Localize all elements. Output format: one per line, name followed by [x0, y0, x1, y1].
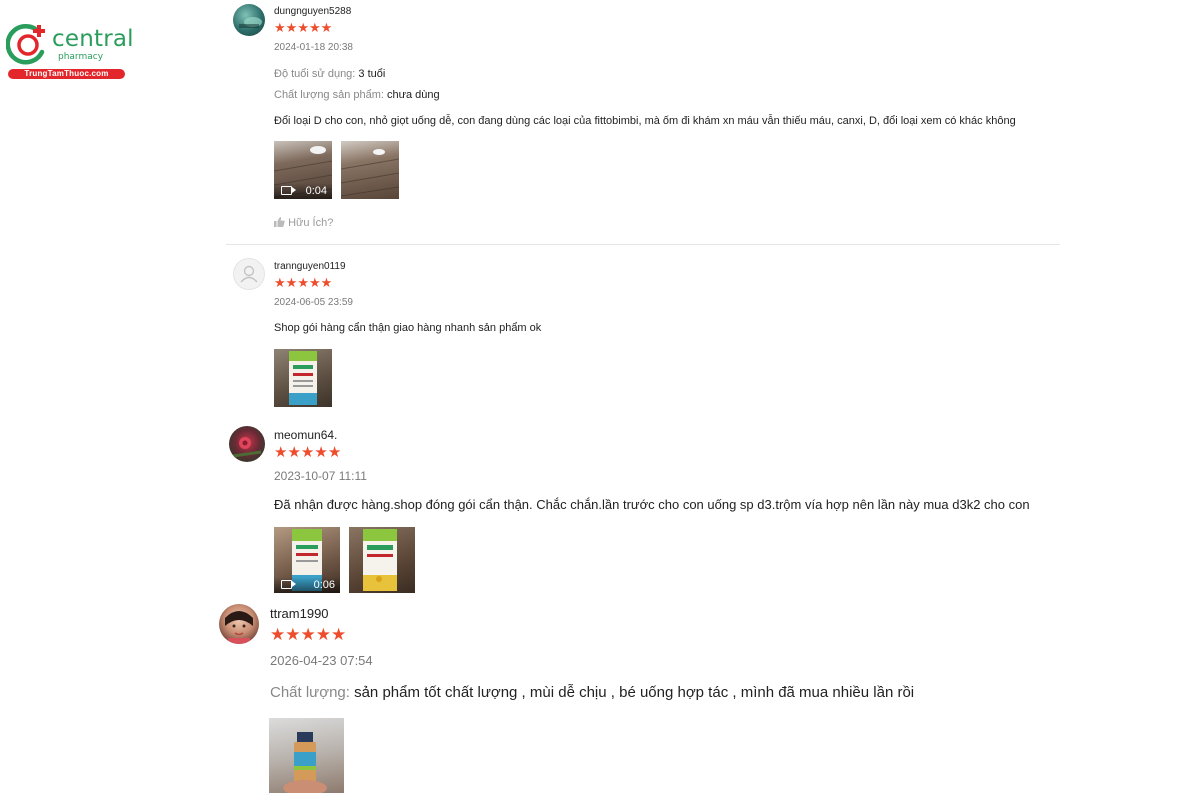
video-duration: 0:06: [313, 579, 335, 591]
age-row: Độ tuổi sử dụng: 3 tuổi: [274, 68, 385, 80]
quality-row: Chất lượng: sản phẩm tốt chất lượng , mù…: [270, 684, 914, 701]
reviewer-name: meomun64.: [274, 428, 338, 442]
star-icon: ★: [314, 444, 328, 461]
product-box-photo-icon: [289, 351, 317, 405]
star-icon: ★: [274, 20, 286, 35]
brand-site: TrungTamThuoc.com: [8, 69, 125, 79]
product-box-photo-icon: [363, 529, 397, 591]
star-icon: ★: [270, 625, 286, 644]
thumbs-up-icon: [274, 217, 285, 227]
rating-stars: ★ ★ ★ ★ ★: [270, 626, 346, 643]
star-icon: ★: [285, 20, 298, 35]
review-image-thumb[interactable]: [274, 349, 332, 407]
brand-name: central: [52, 26, 134, 52]
star-icon: ★: [300, 444, 315, 461]
review-divider: [226, 244, 1060, 245]
star-icon: ★: [320, 20, 333, 35]
helpful-label: Hữu Ích?: [288, 217, 334, 229]
star-icon: ★: [287, 444, 301, 461]
star-icon: ★: [297, 20, 309, 35]
brand-logo[interactable]: central pharmacy TrungTamThuoc.com: [6, 22, 134, 82]
quality-row: Chất lượng sản phẩm: chưa dùng: [274, 89, 440, 101]
review-image-thumb[interactable]: [349, 527, 415, 593]
avatar[interactable]: [233, 258, 265, 290]
person-photo-icon: [225, 611, 253, 644]
star-icon: ★: [320, 275, 333, 290]
review-date: 2026-04-23 07:54: [270, 653, 373, 668]
star-icon: ★: [300, 625, 316, 644]
star-icon: ★: [308, 275, 321, 290]
rating-stars: ★ ★ ★ ★ ★: [274, 276, 332, 289]
avatar-photo-icon: [239, 17, 262, 28]
review-video-thumb[interactable]: 0:06: [274, 527, 340, 593]
brand-sub: pharmacy: [58, 52, 104, 62]
avatar[interactable]: [219, 604, 259, 644]
video-overlay: 0:04: [274, 183, 332, 199]
review-date: 2024-01-18 20:38: [274, 42, 353, 53]
star-icon: ★: [285, 625, 301, 644]
floor-photo-icon: [341, 149, 399, 197]
star-icon: ★: [274, 444, 288, 461]
rating-stars: ★ ★ ★ ★ ★: [274, 445, 341, 460]
video-camera-icon: [281, 186, 296, 195]
quality-label: Chất lượng sản phẩm:: [274, 89, 384, 101]
review-image-thumb[interactable]: [269, 718, 344, 793]
flower-photo-icon: [232, 437, 262, 458]
avatar[interactable]: [229, 426, 265, 462]
star-icon: ★: [315, 625, 331, 644]
review-date: 2023-10-07 11:11: [274, 469, 367, 483]
star-icon: ★: [308, 20, 321, 35]
product-bottle-photo-icon: [283, 732, 327, 793]
quality-label: Chất lượng:: [270, 684, 350, 701]
rating-stars: ★ ★ ★ ★ ★: [274, 21, 332, 34]
star-icon: ★: [285, 275, 298, 290]
star-icon: ★: [331, 625, 347, 644]
review-video-thumb[interactable]: 0:04: [274, 141, 332, 199]
reviewer-name: dungnguyen5288: [274, 6, 352, 17]
review-date: 2024-06-05 23:59: [274, 297, 353, 308]
review-content: Đổi loại D cho con, nhỏ giọt uống dễ, co…: [274, 115, 1016, 127]
age-value: 3 tuổi: [358, 68, 386, 80]
age-label: Độ tuổi sử dụng:: [274, 68, 356, 80]
helpful-button[interactable]: Hữu Ích?: [274, 217, 333, 229]
default-user-icon: [240, 265, 258, 283]
star-icon: ★: [327, 444, 342, 461]
review-image-thumb[interactable]: [341, 141, 399, 199]
video-camera-icon: [281, 580, 296, 589]
reviewer-name: trannguyen0119: [274, 261, 346, 272]
star-icon: ★: [297, 275, 309, 290]
video-overlay: 0:06: [274, 577, 340, 593]
reviewer-name: ttram1990: [270, 606, 329, 621]
quality-value: chưa dùng: [387, 89, 440, 101]
star-icon: ★: [274, 275, 286, 290]
review-content: Shop gói hàng cẩn thận giao hàng nhanh s…: [274, 322, 542, 334]
review-content: Đã nhận được hàng.shop đóng gói cẩn thận…: [274, 497, 1030, 512]
video-duration: 0:04: [305, 185, 327, 197]
avatar[interactable]: [233, 4, 265, 36]
cross-logo-icon: [6, 23, 45, 65]
review-content: sản phẩm tốt chất lượng , mùi dễ chịu , …: [354, 684, 915, 701]
